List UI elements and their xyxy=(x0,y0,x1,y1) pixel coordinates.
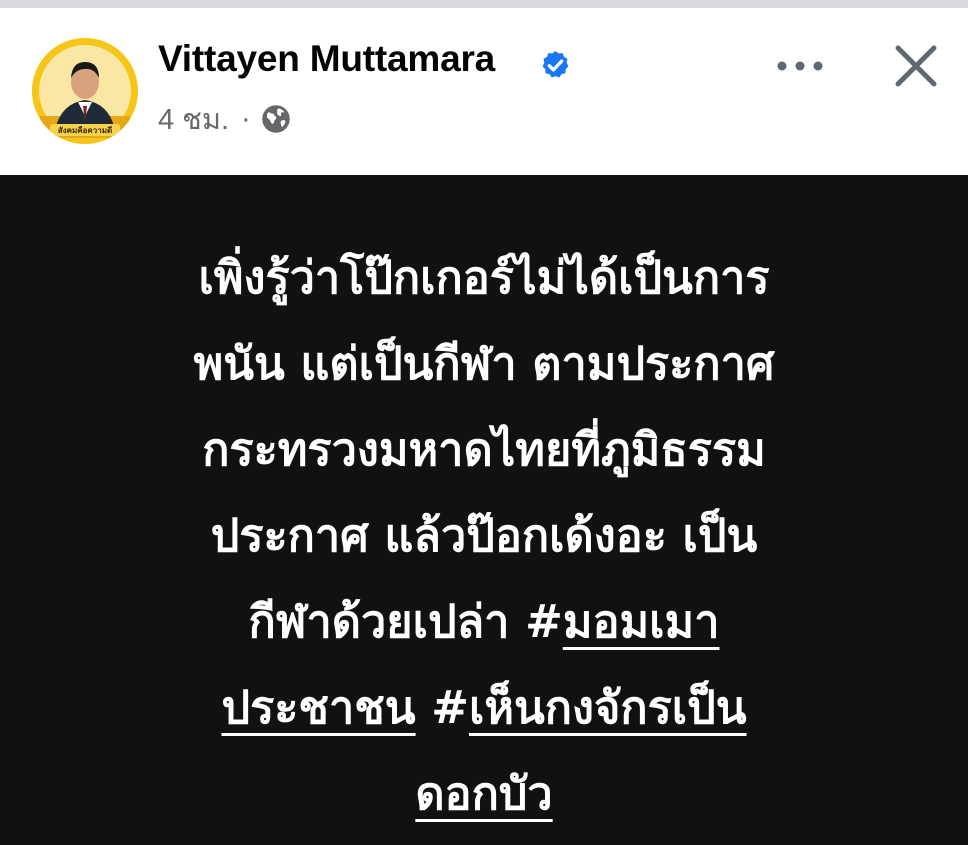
close-icon xyxy=(895,45,937,87)
post-text-line: พนัน แต่เป็นกีฬา ตามประกาศ xyxy=(193,337,775,390)
hashtag-link-part[interactable]: เห็นกงจักรเป็น xyxy=(469,681,747,734)
close-button[interactable] xyxy=(886,36,946,96)
ellipsis-icon xyxy=(777,61,823,71)
post-text-line: ประกาศ แล้วป๊อกเด้งอะ เป็น xyxy=(210,509,758,562)
avatar-photo: สังคมคือความดี xyxy=(32,38,138,144)
meta-separator: · xyxy=(241,102,251,135)
text-space xyxy=(416,681,432,734)
top-divider-strip xyxy=(0,0,968,8)
post-text-line: กระทรวงมหาดไทยที่ภูมิธรรม xyxy=(202,423,766,476)
post-text-line: เพิ่งรู้ว่าโป๊กเกอร์ไม่ได้เป็นการ xyxy=(198,251,770,304)
avatar-caption: สังคมคือความดี xyxy=(58,125,112,135)
post-timestamp[interactable]: 4 ชม. xyxy=(158,96,229,142)
post-meta: 4 ชม. · xyxy=(158,101,291,137)
avatar[interactable]: สังคมคือความดี xyxy=(32,38,138,144)
hashtag-link-part[interactable]: ดอกบัว xyxy=(415,767,552,820)
post-text-line: กีฬาด้วยเปล่า xyxy=(248,595,526,648)
author-name[interactable]: Vittayen Muttamara xyxy=(158,38,495,80)
hashtag-symbol: # xyxy=(431,681,469,734)
post-text: เพิ่งรู้ว่าโป๊กเกอร์ไม่ได้เป็นการ พนัน แ… xyxy=(60,235,908,837)
post-header: สังคมคือความดี Vittayen Muttamara 4 ชม. … xyxy=(0,8,968,175)
more-options-button[interactable] xyxy=(770,46,830,86)
verified-badge-icon xyxy=(542,51,569,78)
globe-icon[interactable] xyxy=(261,104,291,134)
hashtag-symbol: # xyxy=(525,595,563,648)
post-body: เพิ่งรู้ว่าโป๊กเกอร์ไม่ได้เป็นการ พนัน แ… xyxy=(0,175,968,845)
hashtag-link-part[interactable]: ประชาชน xyxy=(222,681,416,734)
hashtag-link-part[interactable]: มอมเมา xyxy=(563,595,720,648)
